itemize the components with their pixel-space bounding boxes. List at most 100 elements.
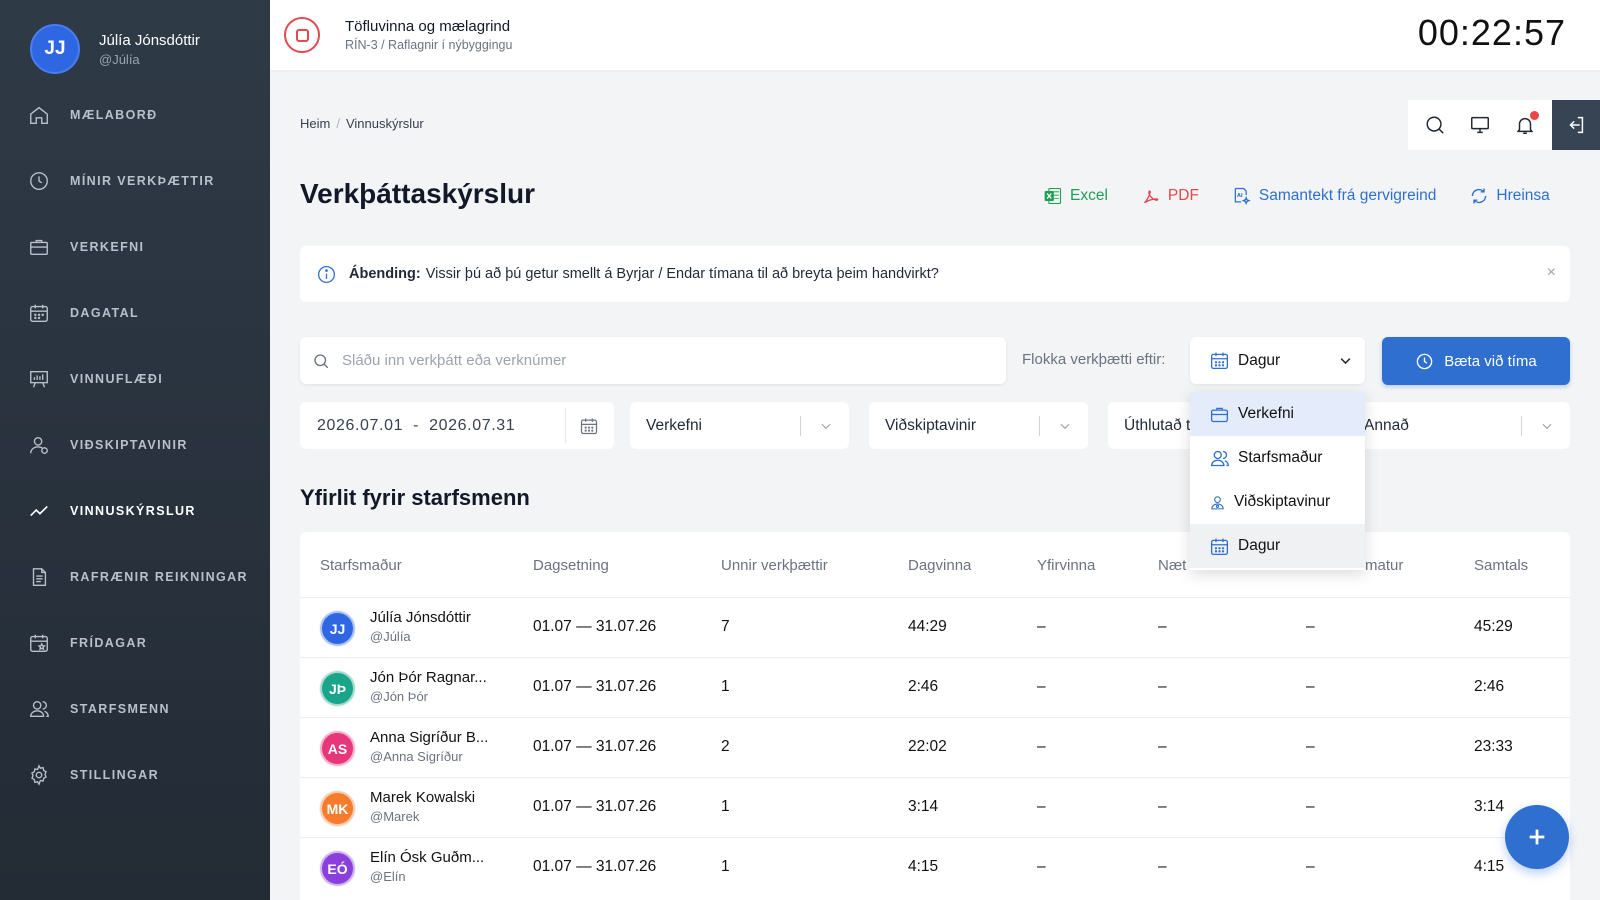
presentation-icon: [30, 370, 48, 388]
divider: [800, 416, 801, 436]
table-row[interactable]: JÞ Jón Þór Ragnar... @Jón Þór 01.07 — 31…: [300, 657, 1570, 717]
calendar-icon: [1210, 352, 1229, 370]
date-range-value: 2026.07.01 - 2026.07.31: [317, 416, 516, 434]
export-excel-button[interactable]: Excel: [1043, 186, 1108, 206]
briefcase-icon: [30, 239, 48, 256]
svg-text:AI: AI: [1237, 193, 1243, 199]
sidebar-item-employees[interactable]: STARFSMENN: [0, 676, 270, 742]
chevron-down-icon: [1340, 358, 1351, 365]
project-filter[interactable]: Verkefni: [630, 402, 849, 449]
add-time-button[interactable]: Bæta við tíma: [1382, 337, 1570, 385]
notifications-button[interactable]: [1514, 111, 1540, 136]
sidebar-item-settings[interactable]: STILLINGAR: [0, 742, 270, 808]
column-header[interactable]: Samtals: [1474, 557, 1528, 574]
total-cell: 45:29: [1474, 618, 1513, 635]
avatar: EÓ: [320, 851, 355, 886]
column-header[interactable]: Unnir verkþættir: [721, 557, 828, 574]
close-tip-button[interactable]: ×: [1547, 264, 1556, 282]
date-cell: 01.07 — 31.07.26: [533, 678, 657, 695]
calendar-icon[interactable]: [578, 416, 600, 436]
column-header[interactable]: Dagvinna: [908, 557, 971, 574]
reset-button[interactable]: Hreinsa: [1469, 186, 1550, 206]
breadcrumb-home[interactable]: Heim: [300, 116, 330, 131]
calendar-star-icon: [30, 634, 48, 652]
menu-option-project[interactable]: Verkefni: [1190, 392, 1365, 436]
ai-summary-button[interactable]: AI Samantekt frá gervigreind: [1232, 186, 1436, 206]
food-cell: –: [1306, 798, 1315, 815]
plus-icon: [1529, 829, 1545, 845]
date-range-picker[interactable]: 2026.07.01 - 2026.07.31: [300, 402, 614, 449]
group-by-select[interactable]: Dagur: [1190, 337, 1365, 384]
sidebar-item-label: STILLINGAR: [70, 768, 159, 782]
menu-option-label: Viðskiptavinur: [1234, 493, 1331, 510]
tasks-cell: 1: [721, 678, 730, 695]
ai-summary-label: Samantekt frá gervigreind: [1258, 187, 1437, 204]
employee-table: Starfsmaður Dagsetning Unnir verkþættir …: [300, 532, 1570, 900]
sidebar-item-invoices[interactable]: RAFRÆNIR REIKNINGAR: [0, 544, 270, 610]
food-cell: –: [1306, 858, 1315, 875]
client-filter-label: Viðskiptavinir: [885, 416, 977, 434]
employee-name: Elín Ósk Guðm...: [370, 849, 485, 866]
column-header[interactable]: Starfsmaður: [320, 557, 402, 574]
sidebar-item-holidays[interactable]: FRÍDAGAR: [0, 610, 270, 676]
column-header[interactable]: Yfirvinna: [1037, 557, 1095, 574]
overtime-cell: –: [1037, 858, 1046, 875]
project-filter-label: Verkefni: [646, 416, 703, 434]
search-icon[interactable]: [1424, 114, 1446, 136]
add-fab-button[interactable]: [1505, 805, 1569, 869]
date-cell: 01.07 — 31.07.26: [533, 858, 657, 875]
total-cell: 23:33: [1474, 738, 1513, 755]
client-filter[interactable]: Viðskiptavinir: [869, 402, 1088, 449]
pdf-icon: [1143, 190, 1159, 204]
chevron-down-icon: [1060, 423, 1070, 430]
sidebar-item-workflow[interactable]: VINNUFLÆÐI: [0, 346, 270, 412]
sidebar-item-label: VIÐSKIPTAVINIR: [70, 438, 188, 452]
logout-icon: [1569, 116, 1584, 134]
stop-recording-button[interactable]: [284, 17, 320, 53]
divider: [1521, 416, 1522, 436]
sidebar-item-label: VERKEFNI: [70, 240, 145, 254]
monitor-icon[interactable]: [1469, 114, 1491, 136]
user-profile[interactable]: JJ Júlía Jónsdóttir @Júlía: [30, 24, 200, 74]
chevron-down-icon: [1542, 423, 1552, 430]
avatar[interactable]: JJ: [30, 24, 80, 74]
export-pdf-button[interactable]: PDF: [1141, 186, 1199, 206]
sidebar-item-label: DAGATAL: [70, 306, 140, 320]
sidebar-item-label: VINNUFLÆÐI: [70, 372, 164, 386]
calendar-icon: [1210, 538, 1229, 555]
search-input[interactable]: [342, 352, 962, 369]
column-header[interactable]: Næt: [1158, 557, 1186, 574]
menu-option-employee[interactable]: Starfsmaður: [1190, 436, 1365, 480]
group-by-label: Flokka verkþætti eftir:: [1022, 351, 1166, 368]
tasks-cell: 1: [721, 798, 730, 815]
calendar-icon: [30, 304, 48, 322]
sidebar-item-clients[interactable]: VIÐSKIPTAVINIR: [0, 412, 270, 478]
total-cell: 4:15: [1474, 858, 1505, 875]
timer: 00:22:57: [1417, 12, 1566, 53]
sidebar-item-calendar[interactable]: DAGATAL: [0, 280, 270, 346]
sidebar-item-my-tasks[interactable]: MÍNIR VERKÞÆTTIR: [0, 148, 270, 214]
sidebar-item-reports[interactable]: VINNUSKÝRSLUR: [0, 478, 270, 544]
logout-button[interactable]: [1552, 100, 1600, 150]
sidebar-item-dashboard[interactable]: MÆLABORÐ: [0, 82, 270, 148]
table-row[interactable]: MK Marek Kowalski @Marek 01.07 — 31.07.2…: [300, 777, 1570, 837]
date-cell: 01.07 — 31.07.26: [533, 618, 657, 635]
menu-option-day[interactable]: Dagur: [1190, 524, 1365, 568]
table-row[interactable]: JJ Júlía Jónsdóttir @Júlía 01.07 — 31.07…: [300, 597, 1570, 657]
column-header[interactable]: Dagsetning: [533, 557, 609, 574]
employee-handle: @Jón Þór: [370, 689, 428, 704]
other-filter[interactable]: Annað: [1351, 402, 1570, 449]
tasks-cell: 1: [721, 858, 730, 875]
avatar: JÞ: [320, 671, 355, 706]
night-cell: –: [1158, 858, 1167, 875]
night-cell: –: [1158, 618, 1167, 635]
table-row[interactable]: EÓ Elín Ósk Guðm... @Elín 01.07 — 31.07.…: [300, 837, 1570, 897]
table-row[interactable]: AS Anna Sigríður B... @Anna Sigríður 01.…: [300, 717, 1570, 777]
tasks-cell: 7: [721, 618, 730, 635]
column-header[interactable]: matur: [1365, 557, 1403, 574]
sidebar: JJ Júlía Jónsdóttir @Júlía MÆLABORÐ MÍNI…: [0, 0, 270, 900]
sidebar-item-projects[interactable]: VERKEFNI: [0, 214, 270, 280]
menu-option-client[interactable]: Viðskiptavinur: [1190, 480, 1365, 524]
breadcrumb-separator: /: [336, 116, 340, 131]
date-cell: 01.07 — 31.07.26: [533, 798, 657, 815]
